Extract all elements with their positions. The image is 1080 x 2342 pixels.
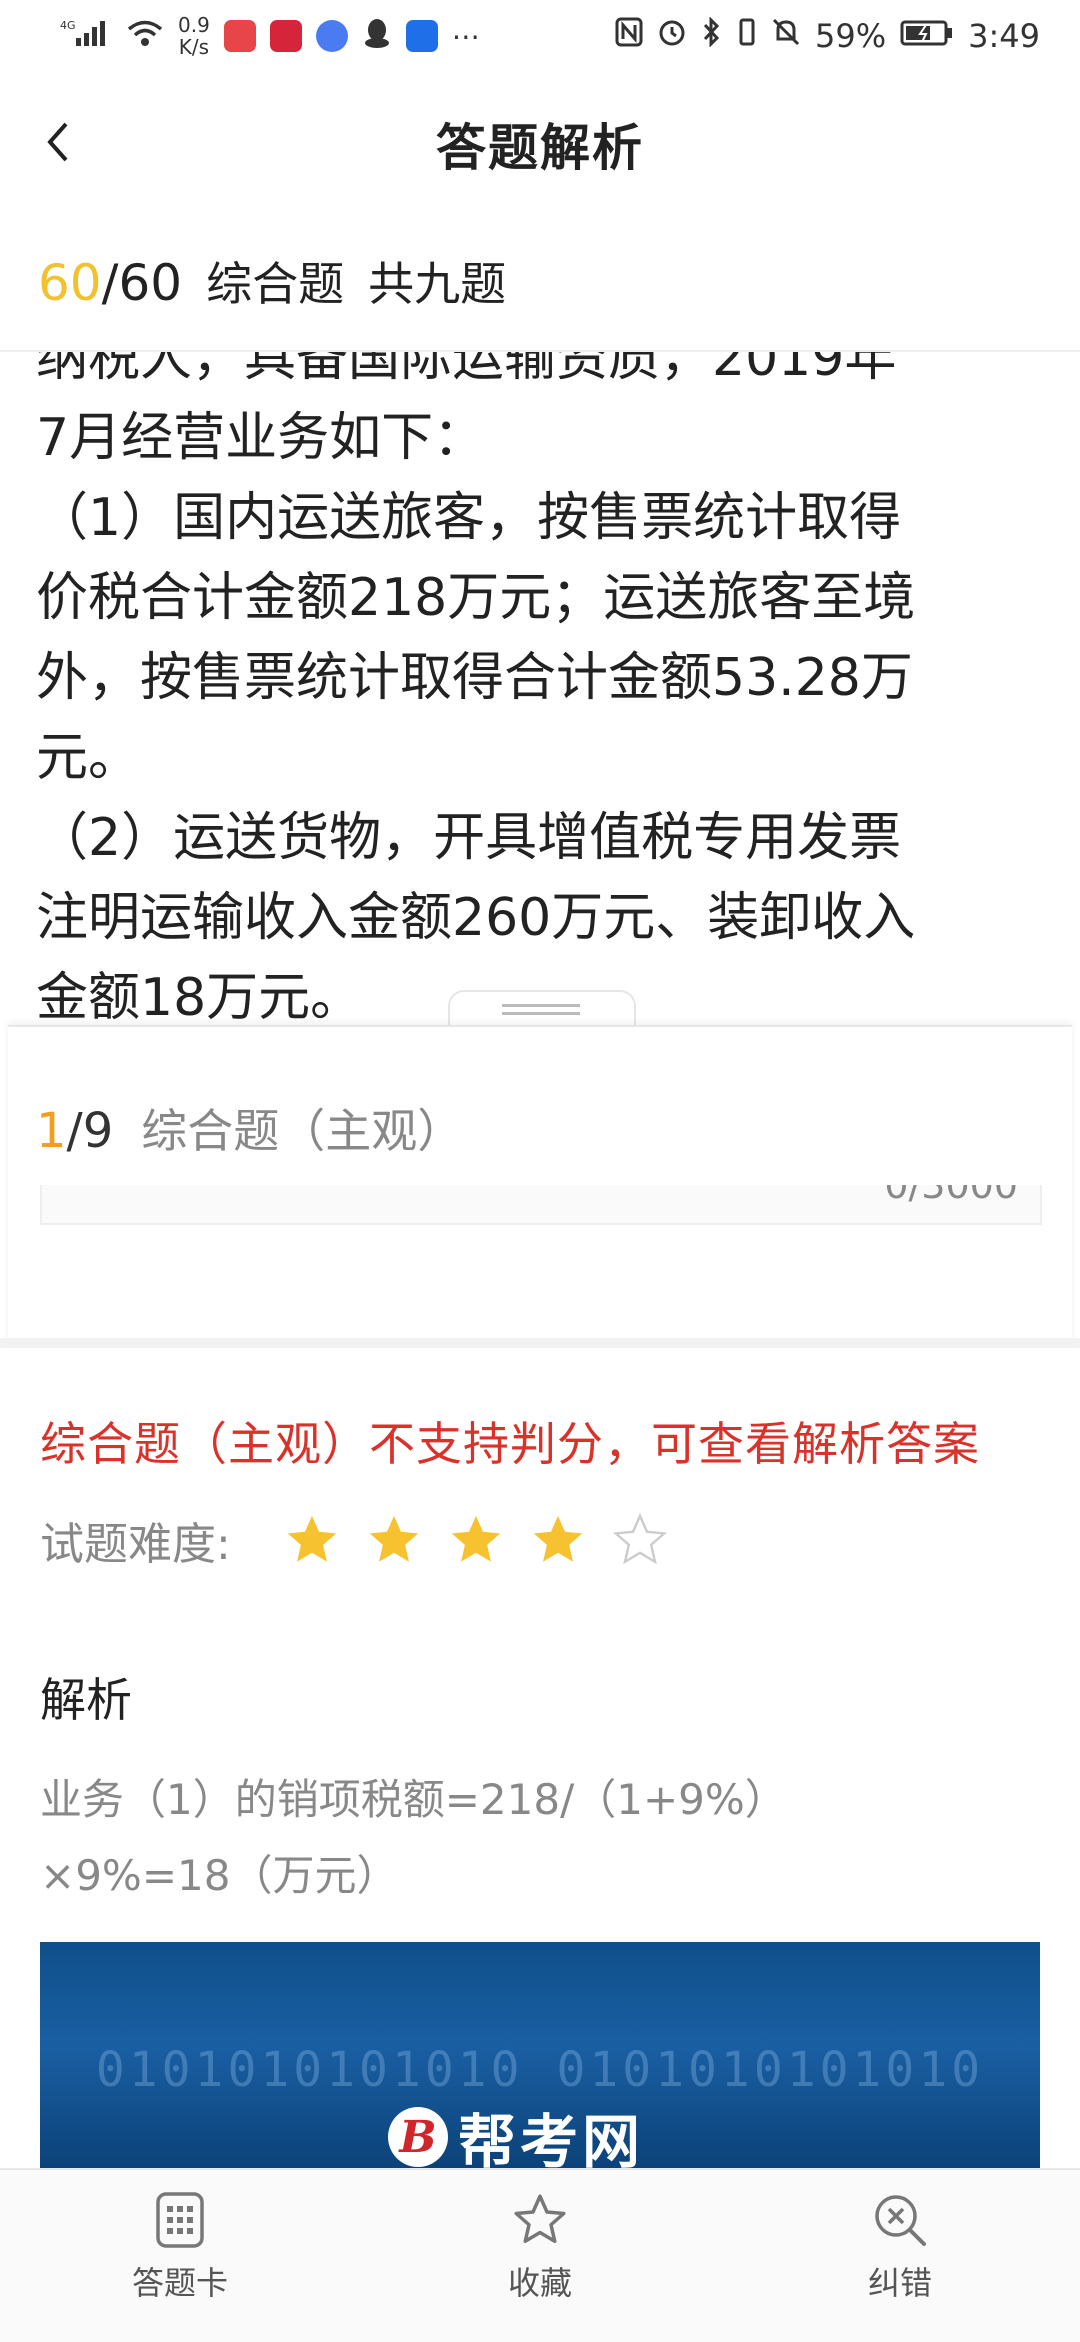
analysis-text: 业务（1）的销项税额=218/（1+9%） ×9%=18（万元） — [40, 1775, 787, 1900]
promo-banner[interactable]: 0101010101010 0101010101010 B 帮考网 — [40, 1942, 1040, 2172]
answer-card-icon — [156, 2192, 204, 2248]
tab-favorite[interactable]: 收藏 — [410, 2190, 670, 2304]
banner-logo: B 帮考网 — [388, 2102, 644, 2172]
mute-icon — [771, 17, 801, 55]
star-filled-icon — [451, 1515, 500, 1562]
pinduoduo-app-icon — [269, 20, 302, 52]
sub-progress-current: 1 — [36, 1103, 67, 1159]
difficulty-rating: 试题难度: — [40, 1508, 669, 1572]
sub-progress-total: /9 — [66, 1103, 114, 1159]
alarm-icon — [657, 17, 687, 55]
star-outline-icon — [514, 2194, 566, 2243]
question-text: 纳税人，具备国际运输资质，2019年 7月经营业务如下： （1）国内运送旅客，按… — [36, 352, 916, 1027]
clock-time: 3:49 — [968, 17, 1040, 55]
progress-current: 60 — [38, 254, 102, 312]
char-count: 0/3000 — [884, 1185, 1018, 1207]
difficulty-stars — [283, 1511, 669, 1569]
question-stem[interactable]: 纳税人，具备国际运输资质，2019年 7月经营业务如下： （1）国内运送旅客，按… — [0, 352, 1080, 1027]
question-count: 共九题 — [368, 257, 507, 311]
error-search-icon — [875, 2195, 926, 2246]
qq-icon — [362, 17, 392, 56]
book-app-icon — [223, 20, 256, 52]
scoring-notice: 综合题（主观）不支持判分，可查看解析答案 — [40, 1417, 980, 1471]
analysis-heading: 解析 — [40, 1673, 132, 1727]
wifi-icon — [126, 18, 164, 55]
progress-total: /60 — [101, 254, 183, 312]
nfc-icon — [615, 17, 643, 55]
network-type: 4G — [60, 19, 76, 32]
nav-header: 答题解析 — [0, 80, 1080, 210]
battery-icon — [900, 17, 954, 55]
bulb-app-icon — [405, 20, 438, 52]
banner-binary-pattern: 0101010101010 0101010101010 — [95, 2042, 985, 2098]
sub-question-type: 综合题（主观） — [141, 1104, 464, 1158]
bottom-tab-bar: 答题卡 收藏 纠错 — [0, 2168, 1080, 2342]
vibrate-icon — [737, 17, 757, 55]
tab-label: 收藏 — [507, 2264, 572, 2302]
sub-question-progress: 1 /9 综合题（主观） — [36, 1095, 463, 1161]
page-title: 答题解析 — [436, 119, 644, 177]
answer-textarea[interactable]: 0/3000 — [40, 1185, 1042, 1225]
signal-icon: 4G — [60, 18, 112, 55]
status-bar: 4G 0.9 K/s ⋯ 59% 3:49 — [0, 0, 1080, 72]
music-app-icon — [315, 20, 348, 52]
battery-percent: 59% — [815, 17, 887, 55]
star-filled-icon — [533, 1515, 582, 1562]
star-filled-icon — [287, 1515, 336, 1562]
question-type: 综合题 — [206, 257, 345, 311]
tab-answer-card[interactable]: 答题卡 — [50, 2190, 310, 2304]
star-filled-icon — [369, 1515, 418, 1562]
more-notifications-icon: ⋯ — [451, 19, 480, 53]
section-gap — [0, 1338, 1080, 1348]
tab-label: 答题卡 — [131, 2264, 228, 2302]
logo-mark: B — [388, 2107, 448, 2167]
question-progress: 60 /60 综合题 共九题 — [38, 248, 506, 314]
logo-text: 帮考网 — [458, 2108, 645, 2172]
tab-report-error[interactable]: 纠错 — [770, 2190, 1030, 2304]
bluetooth-icon — [701, 16, 723, 55]
tab-label: 纠错 — [867, 2264, 932, 2302]
network-speed: 0.9 K/s — [178, 13, 210, 59]
difficulty-label: 试题难度: — [40, 1519, 231, 1570]
star-empty-icon — [612, 1512, 667, 1565]
